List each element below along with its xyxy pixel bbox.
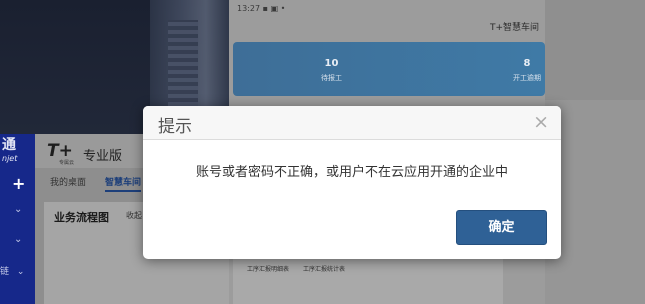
left-nav-rail: 通 njet + ⌄ ⌄ 链 ⌄ xyxy=(0,134,35,304)
stat-label: 待报工 xyxy=(321,74,342,82)
rail-menu-label: 链 xyxy=(0,267,10,277)
report-link-stats[interactable]: 工序汇报统计表 xyxy=(303,264,345,273)
tplus-logo: T+ xyxy=(47,141,73,161)
brand-logo: 通 njet xyxy=(2,138,17,166)
edition-label: 专业版 xyxy=(83,149,123,164)
close-icon[interactable]: × xyxy=(533,112,549,132)
stat-value: 10 xyxy=(324,58,339,69)
dialog-header: 提示 × xyxy=(143,106,561,140)
tplus-logo-sub: 专属云 xyxy=(59,160,75,166)
add-icon[interactable]: + xyxy=(12,174,25,193)
phone-status-time: 13:27 xyxy=(237,4,261,13)
phone-report-list: 工序汇报明细表 工序汇报统计表 xyxy=(233,258,503,304)
chevron-down-icon[interactable]: ⌄ xyxy=(14,204,22,215)
rail-menu-item[interactable]: 链 ⌄ xyxy=(0,264,24,277)
alert-dialog: 提示 × 账号或者密码不正确，或用户不在云应用开通的企业中 确定 xyxy=(143,106,561,259)
dialog-message: 账号或者密码不正确，或用户不在云应用开通的企业中 xyxy=(195,165,508,180)
confirm-button[interactable]: 确定 xyxy=(456,210,547,245)
dialog-title: 提示 xyxy=(158,117,192,137)
phone-status-icons: ▪ ▣ • xyxy=(262,4,286,13)
phone-status-bar: 13:27 ▪ ▣ • xyxy=(237,4,285,13)
report-link-detail[interactable]: 工序汇报明细表 xyxy=(247,264,289,273)
brand-logo-main: 通 xyxy=(2,137,16,153)
phone-app-title: T+智慧车间 xyxy=(489,23,539,33)
chevron-down-icon: ⌄ xyxy=(16,267,25,277)
brand-logo-sub: njet xyxy=(2,154,18,163)
collapse-link[interactable]: 收起 xyxy=(126,210,142,221)
panel-title: 业务流程图 xyxy=(54,211,109,224)
tab-smart-workshop[interactable]: 智慧车间 xyxy=(105,175,142,192)
stat-pending-report[interactable]: 10 待报工 xyxy=(321,58,342,83)
stat-overdue-start[interactable]: 8 开工逾期 xyxy=(513,58,541,83)
phone-stats-card: 10 待报工 8 开工逾期 xyxy=(233,42,545,96)
tab-my-desktop[interactable]: 我的桌面 xyxy=(50,175,86,188)
stat-value: 8 xyxy=(523,58,531,69)
chevron-down-icon[interactable]: ⌄ xyxy=(14,234,22,245)
stat-label: 开工逾期 xyxy=(513,74,541,82)
